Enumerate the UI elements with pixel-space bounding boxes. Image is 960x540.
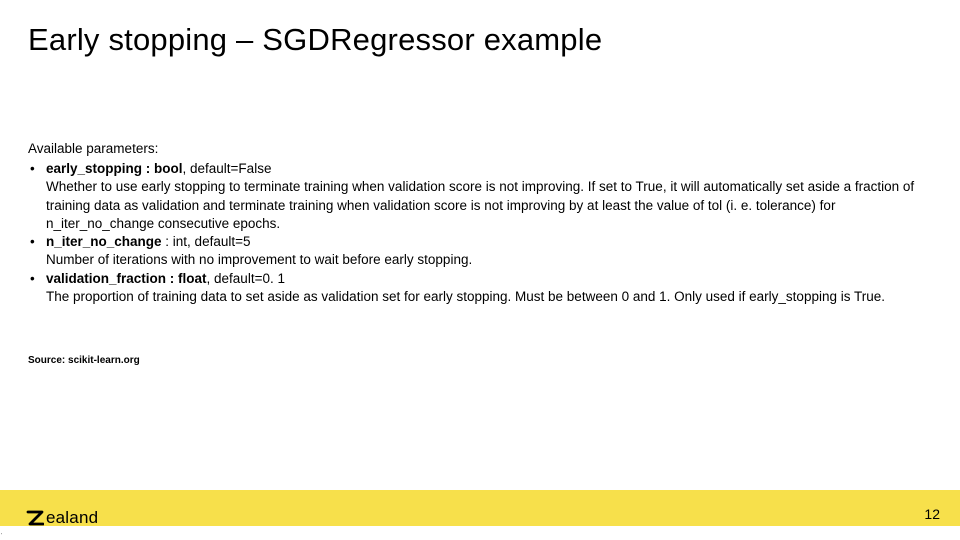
logo: ealand <box>26 508 98 528</box>
list-item: early_stopping : bool, default=False <box>28 160 932 178</box>
param-label: n_iter_no_change <box>46 234 162 249</box>
param-label: validation_fraction : float <box>46 271 207 286</box>
param-list: early_stopping : bool, default=False Whe… <box>28 160 932 306</box>
intro-text: Available parameters: <box>28 140 932 158</box>
slide-title: Early stopping – SGDRegressor example <box>28 22 602 58</box>
list-item: n_iter_no_change : int, default=5 <box>28 233 932 251</box>
footer: ealand 12 <box>0 490 960 540</box>
page-number: 12 <box>924 506 940 522</box>
footer-accent-bar <box>0 490 960 526</box>
param-default: , default=False <box>183 161 272 176</box>
param-desc: The proportion of training data to set a… <box>28 288 932 306</box>
corner-mark: ' <box>1 533 2 539</box>
param-desc: Number of iterations with no improvement… <box>28 251 932 269</box>
source-citation: Source: scikit-learn.org <box>28 355 140 366</box>
logo-z-icon <box>26 509 44 527</box>
param-default: : int, default=5 <box>162 234 251 249</box>
list-item: validation_fraction : float, default=0. … <box>28 270 932 288</box>
param-desc: Whether to use early stopping to termina… <box>28 178 932 233</box>
slide: Early stopping – SGDRegressor example Av… <box>0 0 960 540</box>
param-label: early_stopping : bool <box>46 161 183 176</box>
param-default: , default=0. 1 <box>207 271 285 286</box>
content-body: Available parameters: early_stopping : b… <box>28 140 932 306</box>
logo-text: ealand <box>46 508 98 528</box>
